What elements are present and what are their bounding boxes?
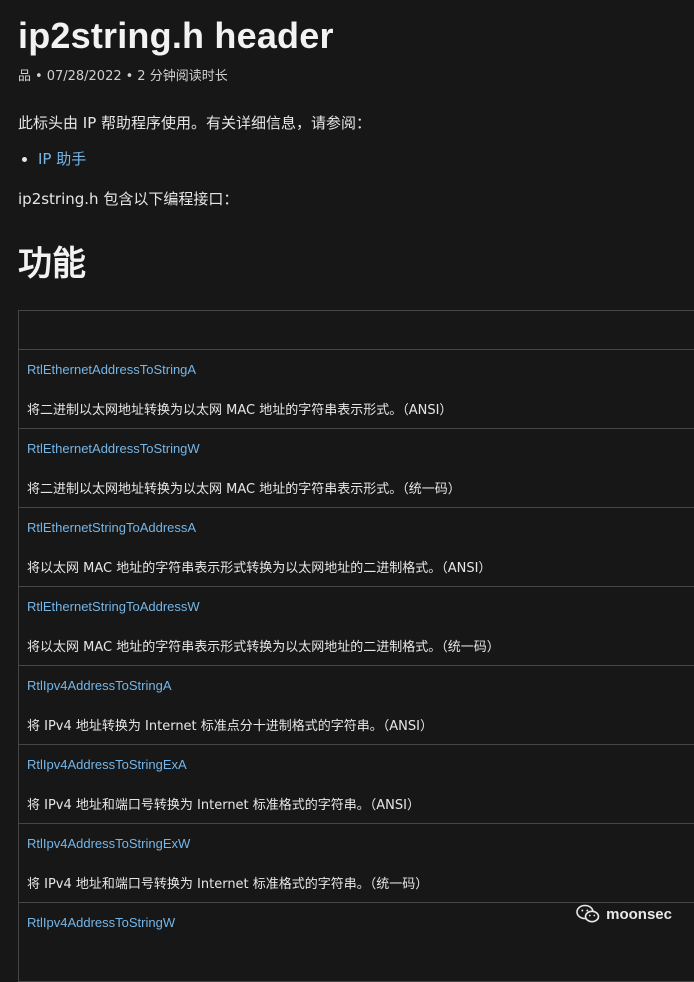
article: ip2string.h header 品 • 07/28/2022 • 2 分钟阅读时长… [18, 0, 694, 286]
meta-separator: • [35, 69, 43, 84]
function-link[interactable]: RtlEthernetStringToAddressW [27, 598, 200, 616]
meta-separator: • [125, 69, 134, 84]
function-link[interactable]: RtlIpv4AddressToStringExA [27, 756, 187, 774]
table-row: RtlEthernetAddressToStringA 将二进制以太网地址转换为… [19, 350, 694, 429]
table-row: RtlIpv4AddressToStringExW 将 IPv4 地址和端口号转… [19, 824, 694, 903]
link-list: IP 助手 [18, 148, 694, 170]
function-description: 将 IPv4 地址和端口号转换为 Internet 标准格式的字符串。（统一码） [27, 877, 429, 892]
table-row: RtlIpv4AddressToStringA 将 IPv4 地址转换为 Int… [19, 666, 694, 745]
watermark: moonsec [576, 904, 672, 924]
watermark-text: moonsec [606, 905, 672, 923]
page-title: ip2string.h header [18, 15, 334, 56]
section-heading: 功能 [18, 244, 86, 284]
interfaces-text: ip2string.h 包含以下编程接口： [18, 190, 239, 208]
function-link[interactable]: RtlIpv4AddressToStringExW [27, 835, 190, 853]
table-row: RtlIpv4AddressToStringExA 将 IPv4 地址和端口号转… [19, 745, 694, 824]
list-item: IP 助手 [38, 148, 694, 170]
functions-table: RtlEthernetAddressToStringA 将二进制以太网地址转换为… [18, 310, 694, 982]
function-description: 将以太网 MAC 地址的字符串表示形式转换为以太网地址的二进制格式。（ANSI） [27, 561, 492, 576]
function-description: 将二进制以太网地址转换为以太网 MAC 地址的字符串表示形式。（ANSI） [27, 403, 453, 418]
function-description: 将二进制以太网地址转换为以太网 MAC 地址的字符串表示形式。（统一码） [27, 482, 461, 497]
author[interactable]: 品 [18, 69, 31, 84]
function-link[interactable]: RtlEthernetAddressToStringA [27, 361, 196, 379]
function-description: 将 IPv4 地址转换为 Internet 标准点分十进制格式的字符串。（ANS… [27, 719, 433, 734]
function-link[interactable]: RtlEthernetStringToAddressA [27, 519, 196, 537]
article-meta: 品 • 07/28/2022 • 2 分钟阅读时长 [18, 68, 694, 86]
intro-text: 此标头由 IP 帮助程序使用。有关详细信息，请参阅： [18, 114, 372, 132]
date: 07/28/2022 [46, 69, 122, 84]
table-row: RtlEthernetStringToAddressW 将以太网 MAC 地址的… [19, 587, 694, 666]
function-description: 将 IPv4 地址和端口号转换为 Internet 标准格式的字符串。（ANSI… [27, 798, 420, 813]
function-description: 将以太网 MAC 地址的字符串表示形式转换为以太网地址的二进制格式。（统一码） [27, 640, 500, 655]
function-link[interactable]: RtlIpv4AddressToStringA [27, 677, 172, 695]
ip-helper-link[interactable]: IP 助手 [38, 150, 86, 168]
read-time: 2 分钟阅读时长 [137, 69, 228, 84]
wechat-icon [576, 904, 600, 923]
table-row: RtlEthernetAddressToStringW 将二进制以太网地址转换为… [19, 429, 694, 508]
function-link[interactable]: RtlEthernetAddressToStringW [27, 440, 200, 458]
table-row: RtlEthernetStringToAddressA 将以太网 MAC 地址的… [19, 508, 694, 587]
function-link[interactable]: RtlIpv4AddressToStringW [27, 914, 175, 932]
table-header [19, 311, 694, 350]
